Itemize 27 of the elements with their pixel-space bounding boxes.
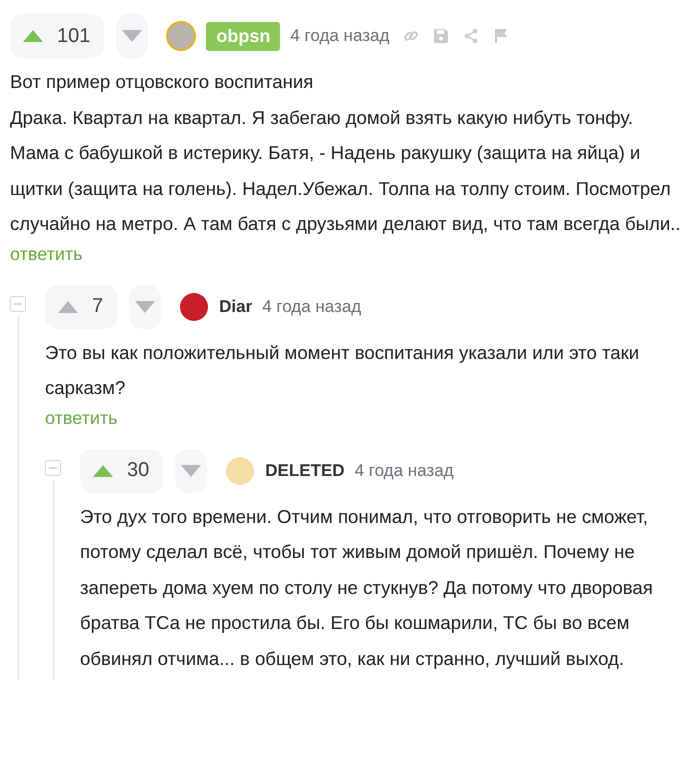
rating-count: 30 <box>127 459 150 482</box>
author-name[interactable]: Diar <box>219 296 252 316</box>
comment-text: Драка. Квартал на квартал. Я забегаю домой взять какую нибуть тонфу. Мама с бабушкой в истерику. Батя, - Надень ракушку (защита на яйца) и щитки (защита на голень). Надел.Убежал. Толпа на толпу стоим. Посмотрел случайно на метро. А там батя с друзьями делают вид, что там всегда были.. <box>10 106 682 236</box>
downvote-button[interactable] <box>116 14 148 58</box>
upvote-button[interactable]: 7 <box>45 284 118 328</box>
comment-text: Это дух того времени. Отчим понимал, что отговорить не сможет, потому сделал всё, чтобы тот живым домой пришёл. Почему не запереть дома хуем по столу не стукнув? Да потому что дворовая братва ТСа не простила бы. Его бы кошмарили, ТС бы во всем обвинял отчима... в общем это, как ни странно, лучший выход. <box>80 504 654 671</box>
rating-count: 101 <box>57 24 90 48</box>
flag-icon[interactable] <box>493 28 510 44</box>
avatar-icon[interactable] <box>179 292 210 322</box>
comment-time: 4 года назад <box>354 460 454 480</box>
down-arrow-icon <box>181 464 202 476</box>
save-icon[interactable] <box>433 28 450 44</box>
collapse-button[interactable] <box>45 460 61 476</box>
comment-text: Это вы как положительный момент воспитания указали или это таки сарказм? <box>45 340 640 400</box>
upvote-button[interactable]: 30 <box>80 448 164 492</box>
share-icon[interactable] <box>463 28 480 44</box>
comment-time: 4 года назад <box>262 296 362 316</box>
down-arrow-icon <box>135 300 156 312</box>
downvote-button[interactable] <box>175 448 208 492</box>
rating-count: 7 <box>92 295 104 318</box>
downvote-button[interactable] <box>129 284 162 328</box>
author-name[interactable]: DELETED <box>265 460 345 480</box>
comment-text: Вот пример отцовского воспитания <box>10 70 314 94</box>
collapse-button[interactable] <box>10 296 26 312</box>
comment-time: 4 года назад <box>290 26 390 46</box>
upvote-button[interactable]: 101 <box>10 14 104 58</box>
down-arrow-icon <box>122 30 142 42</box>
